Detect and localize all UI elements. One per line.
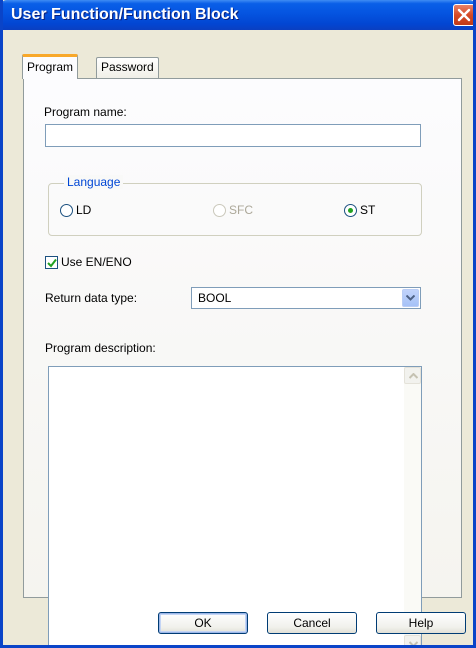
use-en-eno-checkbox[interactable] xyxy=(45,256,58,269)
dropdown-button[interactable] xyxy=(402,289,419,307)
window-title: User Function/Function Block xyxy=(11,6,239,23)
description-label: Program description: xyxy=(45,341,156,355)
cancel-button[interactable]: Cancel xyxy=(267,612,357,634)
dialog-window: User Function/Function Block Program Pas… xyxy=(0,0,476,648)
vertical-scrollbar[interactable] xyxy=(404,367,421,645)
description-textarea[interactable] xyxy=(48,366,422,645)
use-en-eno-label: Use EN/ENO xyxy=(61,255,132,269)
radio-ld-label: LD xyxy=(76,203,92,217)
ok-button[interactable]: OK xyxy=(158,612,248,634)
checkmark-icon xyxy=(47,258,57,268)
chevron-up-icon xyxy=(409,373,418,379)
language-legend: Language xyxy=(64,175,124,189)
radio-sfc-label: SFC xyxy=(229,203,253,217)
radio-selected-dot xyxy=(348,208,353,213)
chevron-down-icon xyxy=(406,295,415,301)
return-type-label: Return data type: xyxy=(45,291,138,305)
tab-panel-program: Program name: Language LD SFC ST Use EN/… xyxy=(23,78,462,645)
chevron-down-icon xyxy=(409,641,418,645)
program-name-label: Program name: xyxy=(44,105,127,119)
title-bar[interactable]: User Function/Function Block xyxy=(3,0,473,30)
scroll-down-button[interactable] xyxy=(404,635,421,645)
close-icon xyxy=(457,8,471,22)
return-type-value: BOOL xyxy=(198,291,232,305)
scroll-up-button[interactable] xyxy=(404,367,421,384)
radio-st-label: ST xyxy=(360,203,376,217)
tab-password[interactable]: Password xyxy=(96,57,159,78)
help-button[interactable]: Help xyxy=(376,612,466,634)
radio-ld[interactable] xyxy=(60,204,73,217)
tab-program[interactable]: Program xyxy=(22,54,79,79)
close-button[interactable] xyxy=(453,4,473,26)
radio-st[interactable] xyxy=(344,204,357,217)
return-type-select[interactable]: BOOL xyxy=(191,287,421,309)
program-name-input[interactable] xyxy=(45,124,421,147)
radio-sfc xyxy=(213,204,226,217)
